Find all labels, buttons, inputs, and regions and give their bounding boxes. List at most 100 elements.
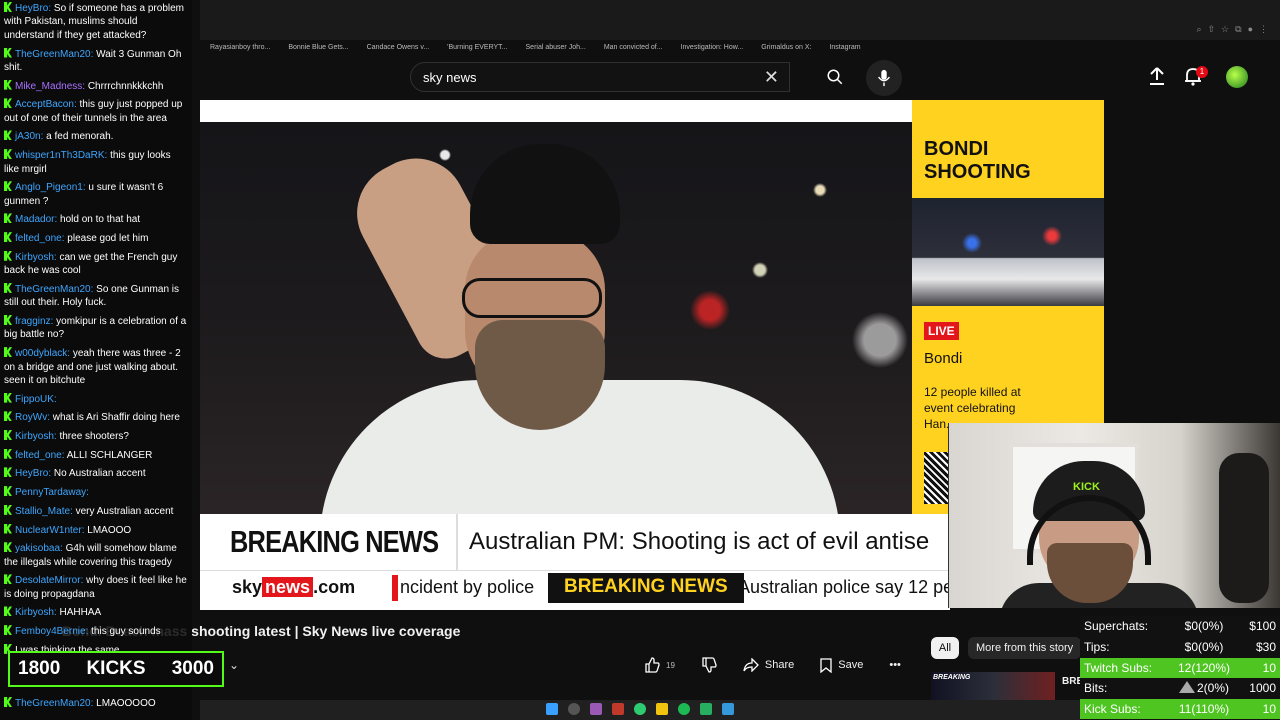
chat-text: please god let him [67, 233, 149, 245]
chat-username[interactable]: felted_one [15, 450, 62, 461]
chat-username[interactable]: yakisobaa [15, 543, 60, 554]
kicks-goal: 3000 [171, 658, 214, 679]
chat-message: Femboy4Bernie: this guy sounds [4, 625, 188, 638]
kick-badge-icon [4, 181, 12, 192]
app-icon[interactable] [700, 703, 712, 715]
kick-badge-icon [4, 430, 12, 441]
kick-badge-icon [4, 697, 12, 707]
breaking-news-headline: Australian PM: Shooting is act of evil a… [469, 528, 930, 555]
kick-badge-icon [4, 467, 12, 478]
bookmarks-bar: Rayasianboy thro... Bonnie Blue Gets... Ca… [200, 40, 1280, 54]
chat-username[interactable]: Anglo_Pigeon1 [15, 182, 83, 193]
chat-username[interactable]: FippoUK [15, 394, 54, 405]
chat-username[interactable]: HeyBro [15, 3, 48, 14]
kick-badge-icon [4, 347, 12, 358]
zoom-icon[interactable]: ⌕ [1196, 24, 1201, 35]
search-icon [827, 69, 843, 85]
chat-username[interactable]: fragginz [15, 316, 51, 327]
streamer-webcam: KICK [948, 423, 1280, 608]
search-button[interactable] [810, 62, 860, 92]
chat-username[interactable]: Madador [15, 214, 54, 225]
screen: ⌕ ⇧ ☆ ⧉ ● ⋮ Rayasianboy thro... Bonnie Bl… [0, 0, 1280, 720]
chat-username[interactable]: PennyTardaway [15, 487, 86, 498]
profile-icon[interactable]: ● [1248, 24, 1253, 35]
voice-search-button[interactable] [866, 60, 902, 96]
ticker-breaking-label: BREAKING NEWS [548, 573, 744, 603]
chat-username[interactable]: Kirbyosh [15, 431, 54, 442]
search-query[interactable]: sky news [423, 70, 476, 85]
more-actions-button[interactable]: ••• [881, 653, 909, 677]
chat-message: AcceptBacon: this guy just popped up out… [4, 98, 183, 124]
chat-message: felted_one: ALLI SCHLANGER [4, 448, 188, 462]
chat-username[interactable]: Kirbyosh [15, 252, 54, 263]
kick-badge-icon [4, 314, 12, 325]
windows-start-icon[interactable] [546, 703, 558, 715]
chat-username[interactable]: w00dyblack [15, 348, 67, 359]
folder-icon[interactable] [656, 703, 668, 715]
chip-all[interactable]: All [931, 637, 959, 659]
cap-logo: KICK [1073, 481, 1100, 493]
share-icon[interactable]: ⇧ [1208, 24, 1216, 35]
chat-username[interactable]: Stallio_Mate [15, 506, 70, 517]
bookmark-item[interactable]: Investigation: How... [681, 44, 744, 51]
chat-username[interactable]: felted_one [15, 233, 62, 244]
bookmark-item[interactable]: Grimaldus on X: [761, 44, 811, 51]
upload-icon[interactable] [1148, 66, 1166, 86]
stat-goal: 10 [1262, 660, 1276, 675]
chat-username[interactable]: NuclearW1nter [15, 525, 82, 536]
chip-more-from-story[interactable]: More from this story [968, 637, 1082, 659]
menu-icon[interactable]: ⋮ [1259, 24, 1268, 35]
kick-badge-icon [4, 523, 12, 534]
chat-username[interactable]: Mike_Madness [15, 81, 82, 92]
like-button[interactable]: 19 [636, 653, 683, 677]
app-icon[interactable] [612, 703, 624, 715]
kick-badge-icon [4, 411, 12, 422]
account-avatar[interactable] [1226, 66, 1248, 88]
stat-row: Twitch Subs: 12(120%) 10 [1080, 657, 1280, 678]
kick-badge-icon [4, 606, 12, 617]
chat-text: hold on to that hat [60, 214, 141, 226]
chat-username[interactable]: Kirbyosh [15, 607, 54, 618]
sky-news-logo: sky news .com [232, 577, 355, 598]
logo-com: .com [313, 577, 356, 597]
chat-username[interactable]: HeyBro [15, 468, 48, 479]
chat-username[interactable]: TheGreenMan20 [15, 49, 91, 60]
taskbar-search-icon[interactable] [568, 703, 580, 715]
app-icon[interactable] [590, 703, 602, 715]
dislike-button[interactable] [693, 653, 725, 677]
bookmark-item[interactable]: Rayasianboy thro... [210, 44, 270, 51]
chat-username[interactable]: AcceptBacon [15, 99, 74, 110]
taskbar-icons [546, 703, 734, 715]
chat-username[interactable]: jA30n [15, 131, 41, 142]
chat-message: jA30n: a fed menorah. [4, 130, 188, 143]
chat-username[interactable]: whisper1nTh3DaRK [15, 150, 105, 161]
spotify-icon[interactable] [678, 703, 690, 715]
share-button[interactable]: Share [735, 653, 802, 677]
search-input[interactable]: sky news ✕ [410, 62, 790, 92]
stat-row: Superchats: $0(0%) $100 [1080, 616, 1280, 636]
bookmark-item[interactable]: Candace Owens v... [367, 44, 430, 51]
video-player[interactable] [200, 100, 912, 514]
chat-username[interactable]: DesolateMirror [15, 575, 81, 586]
stat-label: Bits: [1084, 681, 1108, 696]
chat-username[interactable]: TheGreenMan20 [15, 284, 91, 295]
chevron-down-icon[interactable]: ⌄ [229, 658, 239, 672]
ticker-item: ncident by police [400, 577, 535, 597]
save-button[interactable]: Save [812, 653, 871, 677]
chat-message: yakisobaa: G4h will somehow blame the il… [4, 542, 177, 568]
chat-username[interactable]: Femboy4Bernie [15, 626, 86, 637]
app-icon[interactable] [722, 703, 734, 715]
chat-message: felted_one: please god let him [4, 232, 188, 245]
chat-text: No Australian accent [53, 468, 146, 480]
bookmark-item[interactable]: 'Burning EVERYT... [447, 44, 507, 51]
bookmark-item[interactable]: Serial abuser Joh... [526, 44, 586, 51]
bookmark-item[interactable]: Bonnie Blue Gets... [288, 44, 348, 51]
clear-search-icon[interactable]: ✕ [764, 67, 779, 88]
bookmark-item[interactable]: Man convicted of... [604, 44, 663, 51]
bookmark-icon[interactable]: ☆ [1221, 24, 1229, 35]
bookmark-item[interactable]: Instagram [829, 44, 860, 51]
extensions-icon[interactable]: ⧉ [1235, 24, 1241, 35]
chat-overlay: HeyBro: So if someone has a problem with… [0, 0, 192, 720]
chrome-icon[interactable] [634, 703, 646, 715]
chat-username[interactable]: RoyWv [15, 412, 47, 423]
